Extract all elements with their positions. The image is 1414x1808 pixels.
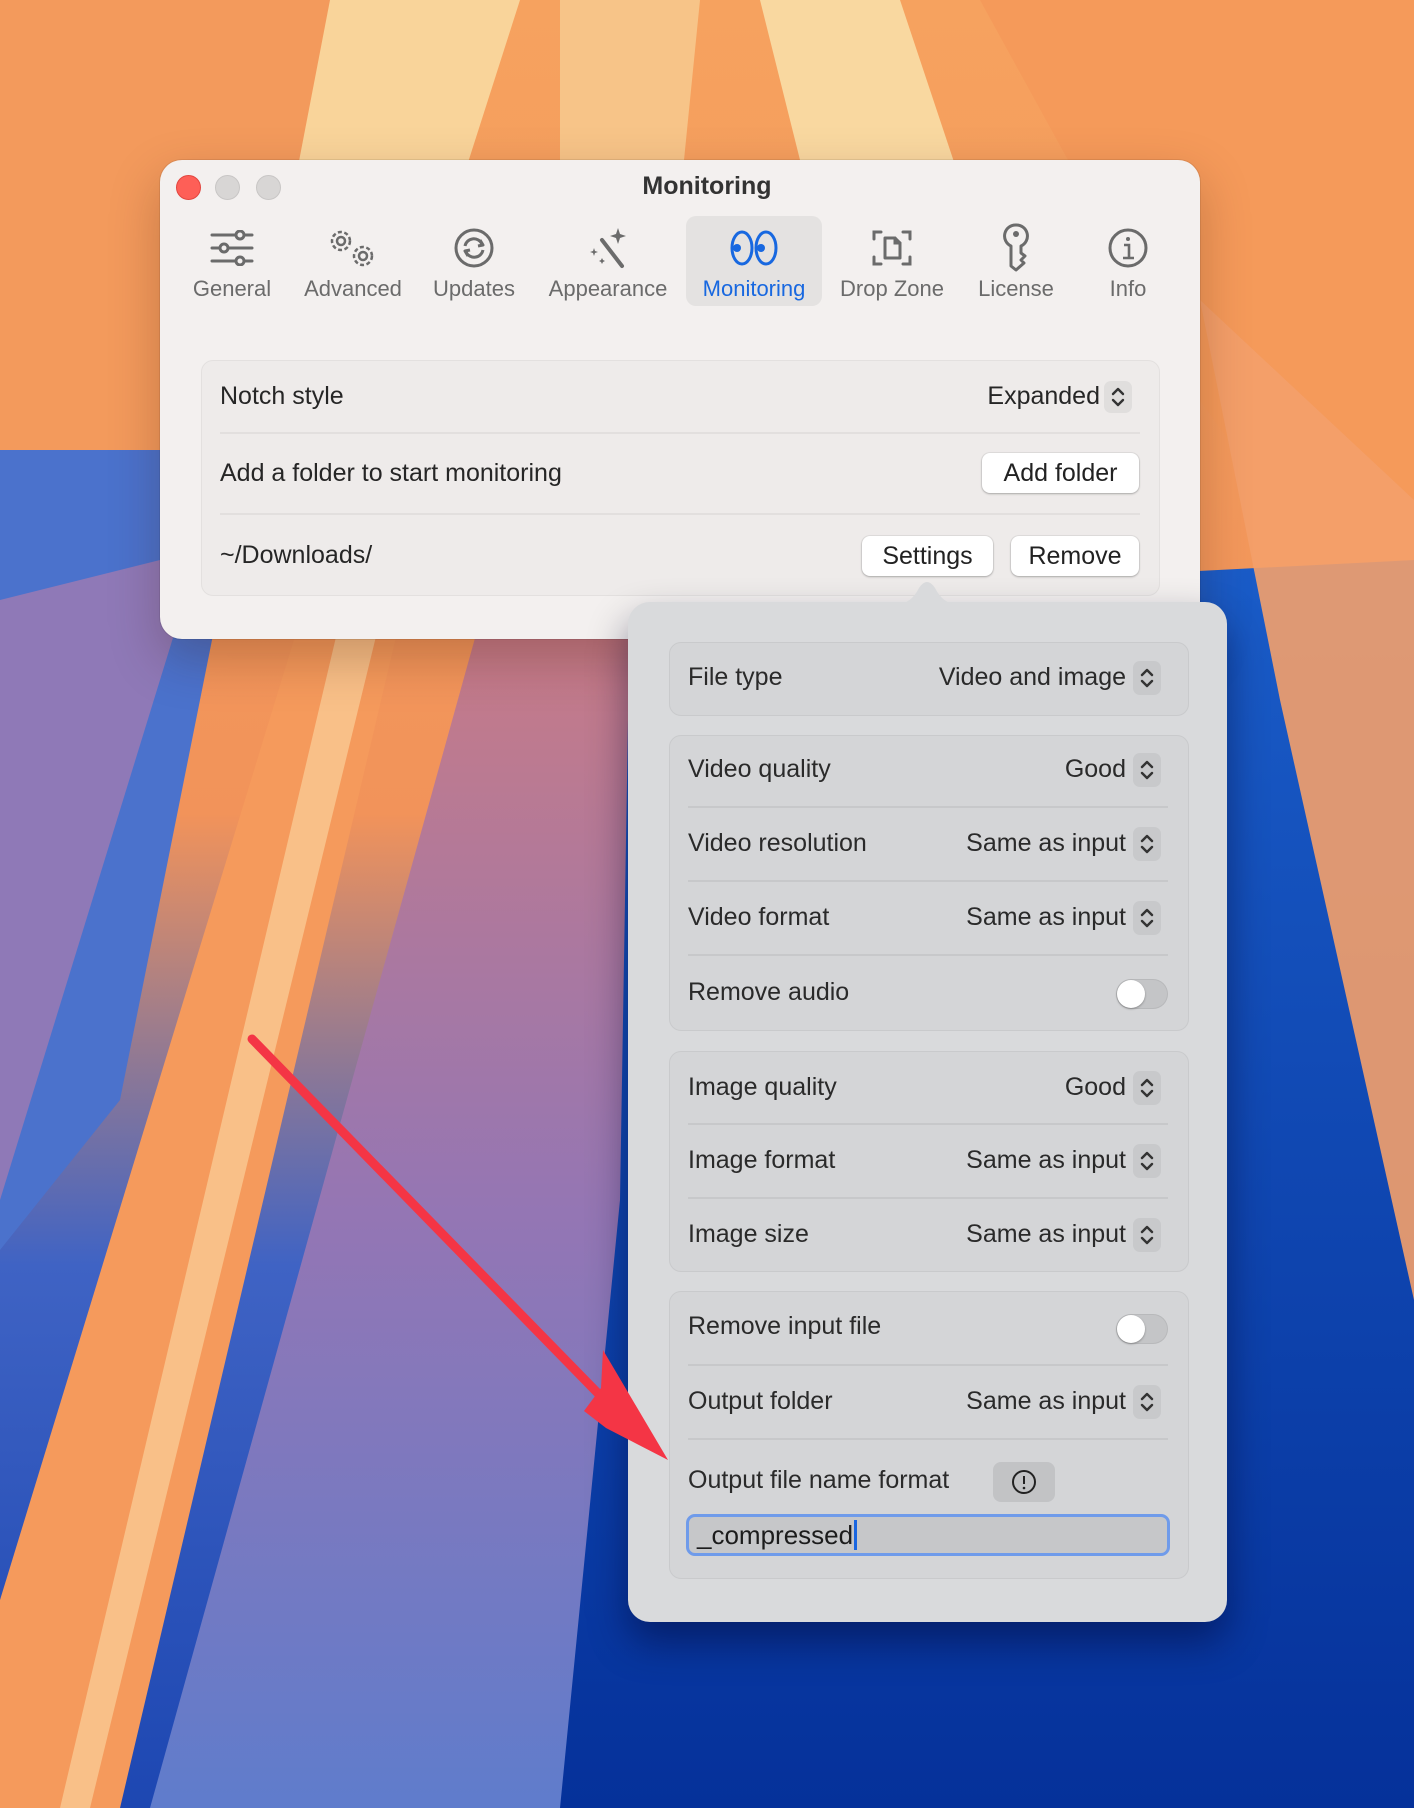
tab-label: Appearance: [548, 276, 668, 301]
tab-label: Updates: [433, 276, 515, 301]
output-folder-label: Output folder: [688, 1387, 833, 1415]
output-folder-stepper[interactable]: [1133, 1385, 1161, 1419]
tab-drop-zone[interactable]: Drop Zone: [832, 216, 952, 306]
file-type-label: File type: [688, 663, 783, 691]
image-size-label: Image size: [688, 1220, 809, 1248]
notch-style-stepper[interactable]: [1104, 381, 1132, 413]
document-viewfinder-icon: [871, 222, 913, 274]
chevron-up-down-icon: [1140, 1078, 1154, 1098]
notch-style-label: Notch style: [220, 382, 344, 410]
output-file-name-format-input[interactable]: _compressed: [686, 1514, 1170, 1556]
notch-style-value[interactable]: Expanded: [987, 382, 1100, 411]
remove-input-file-label: Remove input file: [688, 1312, 882, 1340]
tab-label: License: [978, 276, 1054, 301]
divider: [220, 513, 1140, 515]
tab-advanced[interactable]: Advanced: [297, 216, 409, 306]
window-title: Monitoring: [642, 172, 772, 200]
video-format-label: Video format: [688, 903, 830, 931]
chevron-up-down-icon: [1140, 834, 1154, 854]
divider: [688, 880, 1168, 882]
video-resolution-value[interactable]: Same as input: [966, 829, 1126, 858]
remove-input-file-toggle[interactable]: [1116, 1314, 1168, 1344]
divider: [688, 1123, 1168, 1125]
video-resolution-stepper[interactable]: [1133, 827, 1161, 861]
divider: [688, 954, 1168, 956]
toggle-knob: [1117, 980, 1145, 1008]
info-icon: [1107, 222, 1149, 274]
divider: [688, 1438, 1168, 1440]
image-quality-value[interactable]: Good: [1065, 1073, 1126, 1102]
image-size-stepper[interactable]: [1133, 1218, 1161, 1252]
eyes-icon: [729, 222, 779, 274]
magic-wand-icon: [586, 222, 630, 274]
tab-updates[interactable]: Updates: [423, 216, 525, 306]
video-format-value[interactable]: Same as input: [966, 903, 1126, 932]
video-quality-stepper[interactable]: [1133, 753, 1161, 787]
popover-arrow: [897, 582, 957, 604]
chevron-up-down-icon: [1111, 387, 1125, 407]
output-folder-value[interactable]: Same as input: [966, 1387, 1126, 1416]
text-caret: [854, 1520, 858, 1550]
chevron-up-down-icon: [1140, 1151, 1154, 1171]
tab-info[interactable]: Info: [1088, 216, 1168, 306]
tab-license[interactable]: License: [968, 216, 1064, 306]
file-name-format-help-button[interactable]: [993, 1462, 1055, 1502]
tab-label: Advanced: [304, 276, 402, 301]
gears-icon: [325, 222, 381, 274]
toggle-knob: [1117, 1315, 1145, 1343]
chevron-up-down-icon: [1140, 1392, 1154, 1412]
video-quality-label: Video quality: [688, 755, 831, 783]
image-quality-stepper[interactable]: [1133, 1071, 1161, 1105]
video-format-stepper[interactable]: [1133, 901, 1161, 935]
image-format-label: Image format: [688, 1146, 836, 1174]
tab-label: Monitoring: [702, 276, 806, 301]
image-format-value[interactable]: Same as input: [966, 1146, 1126, 1175]
remove-audio-toggle[interactable]: [1116, 979, 1168, 1009]
remove-audio-label: Remove audio: [688, 978, 850, 1006]
image-format-stepper[interactable]: [1133, 1144, 1161, 1178]
input-value: _compressed: [697, 1519, 854, 1550]
chevron-up-down-icon: [1140, 908, 1154, 928]
folder-remove-button[interactable]: Remove: [1011, 536, 1139, 576]
tab-label: General: [192, 276, 272, 301]
output-file-name-format-label: Output file name format: [688, 1466, 950, 1494]
tab-monitoring[interactable]: Monitoring: [686, 216, 822, 306]
video-quality-value[interactable]: Good: [1065, 755, 1126, 784]
refresh-icon: [453, 222, 495, 274]
divider: [220, 432, 1140, 434]
tab-label: Drop Zone: [840, 276, 944, 301]
folder-settings-button[interactable]: Settings: [862, 536, 993, 576]
video-resolution-label: Video resolution: [688, 829, 867, 857]
folder-path: ~/Downloads/: [220, 541, 373, 569]
exclamation-circle-icon: [1012, 1470, 1036, 1494]
add-folder-label: Add a folder to start monitoring: [220, 459, 562, 487]
image-size-value[interactable]: Same as input: [966, 1220, 1126, 1249]
tab-label: Info: [1109, 276, 1147, 301]
key-icon: [1001, 222, 1031, 274]
image-quality-label: Image quality: [688, 1073, 837, 1101]
divider: [688, 806, 1168, 808]
file-type-stepper[interactable]: [1133, 661, 1161, 695]
add-folder-button[interactable]: Add folder: [982, 453, 1139, 493]
chevron-up-down-icon: [1140, 1225, 1154, 1245]
tab-general[interactable]: General: [186, 216, 278, 306]
divider: [688, 1197, 1168, 1199]
tab-appearance[interactable]: Appearance: [543, 216, 673, 306]
divider: [688, 1364, 1168, 1366]
chevron-up-down-icon: [1140, 668, 1154, 688]
sliders-icon: [210, 222, 254, 274]
file-type-value[interactable]: Video and image: [939, 663, 1126, 692]
chevron-up-down-icon: [1140, 760, 1154, 780]
